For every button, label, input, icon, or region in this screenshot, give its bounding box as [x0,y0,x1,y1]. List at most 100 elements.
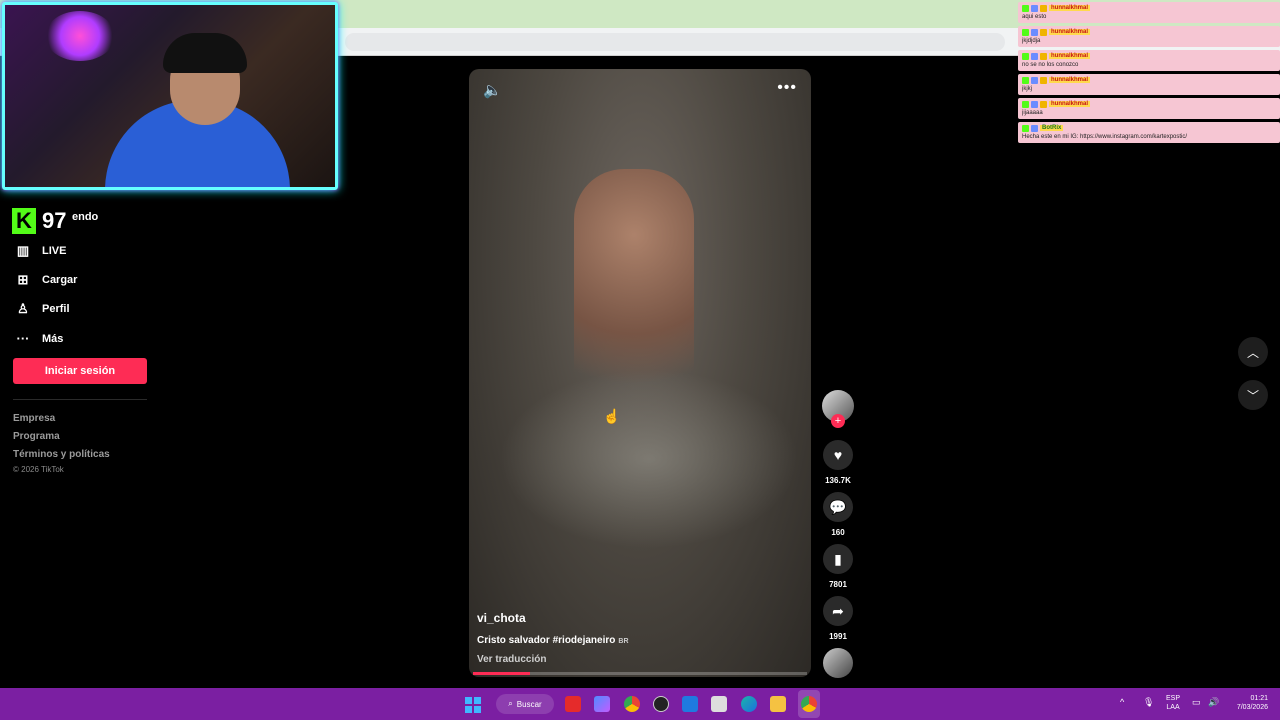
music-disc-avatar[interactable] [823,648,853,678]
sidebar-item-profile[interactable]: ♙ Perfil [16,295,77,324]
edge-icon[interactable] [741,696,757,712]
video-actions: + ♥ 136.7K 💬 160 ▮ 7801 ➦ 1991 [820,390,856,648]
sidebar-item-label: Perfil [42,303,70,316]
profile-icon: ♙ [17,301,29,317]
taskbar-search-button[interactable]: ⌕ Buscar [496,694,554,714]
translate-link[interactable]: Ver traducción [477,654,546,665]
sidebar-item-upload[interactable]: ⊞ Cargar [16,265,78,294]
video-player[interactable]: 🔈 ••• vi_chota Cristo salvador #riodejan… [469,69,811,677]
windows-taskbar: ⌕ Buscar ^ 🎙 ESP LAA ▭ 🔊 01:21 7/03/2026 [0,688,1280,720]
chat-username: hunnalkhmal [1049,77,1091,83]
chrome-icon[interactable] [801,696,817,712]
save-button[interactable]: ▮ [823,544,853,574]
system-clock[interactable]: 01:21 7/03/2026 [1226,694,1268,712]
tray-chevron-up-icon[interactable]: ^ [1120,697,1124,707]
like-button[interactable]: ♥ [823,440,853,470]
mail-icon[interactable] [682,696,698,712]
webcam-light [45,11,115,61]
chat-message: hunnalkhmal aqui esto [1018,2,1280,23]
windows-start-icon[interactable] [465,697,481,713]
caption-text: Cristo salvador #riodejaneiro [477,635,616,646]
chat-username: hunnalkhmal [1049,29,1091,35]
badge-icon [1040,76,1047,84]
bookmark-icon: ▮ [834,550,842,567]
webcam-overlay [2,2,338,190]
address-bar[interactable] [345,33,1005,51]
video-frame-water [499,369,799,549]
badge-icon [1022,76,1029,84]
chat-username: BotRix [1040,125,1064,131]
login-button[interactable]: Iniciar sesión [13,358,147,384]
chat-username: hunnalkhmal [1049,101,1091,107]
footer-link-program[interactable]: Programa [13,431,60,442]
store-icon[interactable] [711,696,727,712]
sidebar-nav: ▥ LIVE ⊞ Cargar ♙ Perfil ··· Más [16,236,78,353]
chevron-down-icon: ﹀ [1246,388,1259,403]
badge-icon [1022,28,1029,36]
chat-username: hunnalkhmal [1049,5,1091,11]
badge-icon [1022,100,1029,108]
footer-link-company[interactable]: Empresa [13,413,55,424]
chrome-icon[interactable] [624,696,640,712]
badge-icon [1031,124,1038,132]
copyright: © 2026 TikTok [13,465,64,474]
chat-text: Hecha este en mi IG: https://www.instagr… [1022,134,1188,140]
volume-tray-icon[interactable]: 🔊 [1208,697,1219,708]
comment-button[interactable]: 💬 [823,492,853,522]
badge-icon [1040,28,1047,36]
kick-count: 97 [42,208,67,233]
badge-icon [1031,100,1038,108]
volume-icon[interactable]: 🔈 [483,81,502,99]
clock-time: 01:21 [1250,695,1268,702]
webcam-person-hair [163,33,247,73]
mouse-cursor-icon: ☝ [603,408,621,424]
kick-viewer-counter: K 97 [12,208,66,234]
badge-icon [1031,76,1038,84]
footer-link-terms[interactable]: Términos y políticas [13,449,110,460]
chat-text: jijaaaaa [1022,110,1043,116]
badge-icon [1022,52,1029,60]
taskbar-app-icon[interactable] [565,696,581,712]
upload-icon: ⊞ [17,271,29,287]
previous-video-button[interactable]: ︿ [1238,337,1268,367]
comment-count: 160 [831,528,845,537]
chat-text: jkjkj [1022,86,1032,92]
network-icon[interactable]: ▭ [1192,697,1201,708]
share-icon: ➦ [832,602,844,619]
keyboard-layout: LAA [1166,704,1180,711]
follow-plus-icon[interactable]: + [831,414,845,428]
creator-avatar[interactable]: + [822,390,854,428]
live-icon: ▥ [16,242,30,258]
save-count: 7801 [829,580,847,589]
video-progress-bar[interactable] [473,672,807,675]
chat-username: hunnalkhmal [1049,53,1091,59]
badge-icon [1040,4,1047,12]
caption-country-tag: BR [618,638,629,645]
search-icon: ⌕ [508,699,513,708]
microphone-icon[interactable]: 🎙 [1143,697,1154,708]
chat-text: no se no los conozco [1022,62,1079,68]
badge-icon [1040,52,1047,60]
chat-text: aqui esto [1022,14,1047,20]
badge-icon [1022,124,1029,132]
badge-icon [1040,100,1047,108]
chevron-up-icon: ︿ [1246,345,1259,360]
like-count: 136.7K [825,476,851,485]
taskbar-search-label: Buscar [516,699,542,709]
sidebar-item-more[interactable]: ··· Más [16,324,77,353]
chat-message: hunnalkhmal jijaaaaa [1018,98,1280,119]
file-explorer-icon[interactable] [770,696,786,712]
nav-item-partial[interactable]: endo [72,211,98,223]
sidebar-item-live[interactable]: ▥ LIVE [16,236,77,265]
clock-date: 7/03/2026 [1236,704,1268,711]
copilot-icon[interactable] [594,696,610,712]
video-username[interactable]: vi_chota [477,611,526,625]
chat-message: hunnalkhmal jkjkj [1018,74,1280,95]
badge-icon [1022,4,1029,12]
share-button[interactable]: ➦ [823,596,853,626]
next-video-button[interactable]: ﹀ [1238,380,1268,410]
badge-icon [1031,4,1038,12]
taskbar-app-icon[interactable] [653,696,669,712]
more-options-icon[interactable]: ••• [777,79,797,97]
language-indicator[interactable]: ESP LAA [1166,694,1180,712]
